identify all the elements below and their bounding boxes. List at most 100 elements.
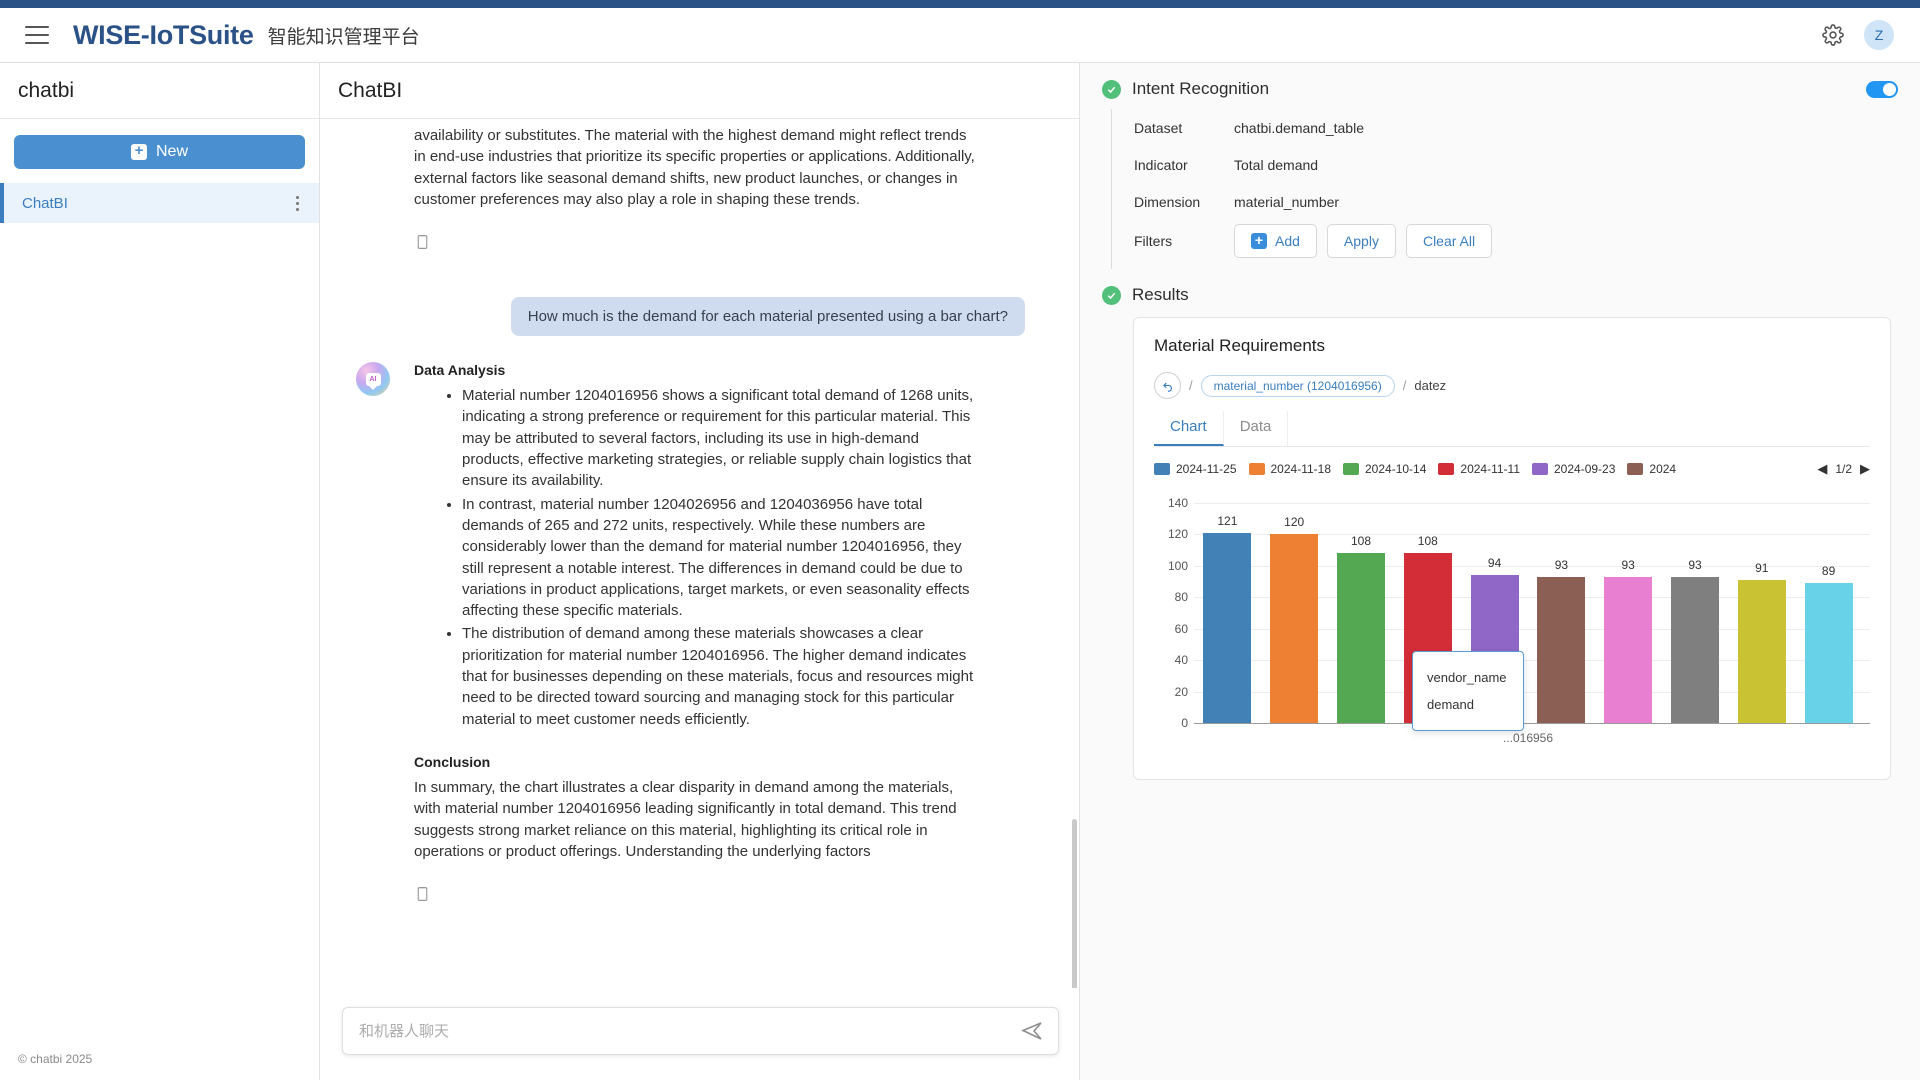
composer-area: [320, 988, 1079, 1080]
legend-item[interactable]: 2024-11-18: [1248, 462, 1331, 476]
avatar[interactable]: Z: [1864, 20, 1894, 50]
plus-icon: +: [1251, 233, 1267, 249]
app-brand-subtitle: 智能知识管理平台: [267, 25, 420, 48]
legend-swatch: [1154, 463, 1170, 475]
menu-item-vendor-name[interactable]: vendor_name: [1413, 664, 1523, 691]
x-axis-line: [1194, 723, 1870, 724]
bar-value-label: 93: [1621, 557, 1635, 572]
chat-scroll-region[interactable]: availability or substitutes. The materia…: [320, 119, 1079, 988]
copy-icon[interactable]: [414, 232, 431, 252]
legend-item[interactable]: 2024-10-14: [1343, 462, 1426, 476]
field-indicator: Indicator Total demand: [1134, 150, 1898, 180]
field-filters: Filters + Add Apply Clear All: [1134, 224, 1898, 258]
chat-input[interactable]: [359, 1022, 1020, 1040]
legend-swatch: [1248, 463, 1265, 475]
hamburger-icon[interactable]: [25, 26, 49, 44]
filter-button-group: + Add Apply Clear All: [1234, 224, 1493, 258]
breadcrumb-pill-material-number[interactable]: material_number (1204016956): [1200, 374, 1395, 397]
triangle-right-icon[interactable]: ▶: [1860, 461, 1870, 477]
conversation-menu-icon[interactable]: [292, 192, 303, 215]
breadcrumb-separator: /: [1402, 378, 1407, 393]
bar-value-label: 93: [1688, 557, 1702, 572]
analysis-bullets: Material number 1204016956 shows a signi…: [444, 385, 975, 730]
chat-scrollbar-thumb[interactable]: [1072, 819, 1077, 988]
menu-item-demand[interactable]: demand: [1413, 691, 1523, 718]
gear-icon[interactable]: [1822, 24, 1844, 46]
y-axis-tick-label: 80: [1174, 590, 1188, 605]
bar[interactable]: [1804, 583, 1853, 723]
apply-filter-button[interactable]: Apply: [1326, 224, 1396, 258]
intent-toggle[interactable]: [1866, 80, 1898, 98]
field-label: Indicator: [1134, 157, 1188, 173]
plus-icon: +: [130, 143, 147, 160]
assistant-message-row: AI Data Analysis Material number 1204016…: [334, 362, 1065, 909]
copyright-text: © chatbi 2025: [18, 1052, 93, 1066]
field-label: Filters: [1134, 233, 1173, 249]
triangle-left-icon[interactable]: ◀: [1817, 461, 1827, 477]
legend-page-indicator: 1/2: [1835, 462, 1852, 476]
bar[interactable]: [1537, 576, 1586, 723]
legend-swatch: [1627, 463, 1644, 475]
legend-item[interactable]: 2024: [1627, 462, 1676, 476]
bar-value-label: 121: [1217, 513, 1238, 528]
list-item: In contrast, material number 1204026956 …: [462, 494, 975, 622]
intent-fields: Dataset chatbi.demand_table Indicator To…: [1111, 109, 1898, 269]
results-section: Results Material Requirements / material…: [1102, 285, 1898, 780]
bar-value-label: 108: [1417, 534, 1438, 549]
chart-context-menu[interactable]: vendor_name demand: [1412, 651, 1524, 731]
tab-chart[interactable]: Chart: [1154, 411, 1224, 446]
bar[interactable]: [1336, 553, 1386, 723]
intent-section-header: Intent Recognition: [1102, 79, 1898, 99]
bar[interactable]: [1270, 534, 1319, 723]
list-item: The distribution of demand among these m…: [462, 623, 975, 729]
sidebar: chatbi + New ChatBI © chatbi 2025: [0, 63, 320, 1080]
composer[interactable]: [342, 1007, 1059, 1055]
tab-data[interactable]: Data: [1224, 411, 1289, 446]
field-label: Dimension: [1134, 194, 1201, 210]
send-icon[interactable]: [1020, 1019, 1044, 1043]
add-filter-button[interactable]: + Add: [1234, 224, 1317, 258]
bar[interactable]: [1604, 576, 1653, 723]
y-axis-tick-label: 40: [1174, 653, 1188, 668]
bar-value-label: 94: [1487, 556, 1502, 571]
breadcrumb-separator: /: [1189, 378, 1193, 393]
breadcrumb-datez[interactable]: datez: [1414, 378, 1446, 393]
bar-chart: 2024-11-25 2024-11-18 2024-10-14 2024-11-11…: [1154, 459, 1870, 759]
clear-filters-button[interactable]: Clear All: [1405, 224, 1493, 258]
chart-legend: 2024-11-25 2024-11-18 2024-10-14 2024-11-11…: [1154, 459, 1870, 479]
copy-icon[interactable]: [414, 884, 431, 904]
legend-swatch: [1532, 463, 1548, 475]
conclusion-text: In summary, the chart illustrates a clea…: [414, 778, 957, 860]
bar[interactable]: [1670, 576, 1720, 723]
field-label: Dataset: [1134, 120, 1183, 136]
y-axis-tick-label: 120: [1167, 527, 1188, 542]
assistant-previous-paragraph: availability or substitutes. The materia…: [414, 127, 975, 208]
check-circle-icon: [1102, 79, 1121, 99]
legend-item[interactable]: 2024-11-11: [1438, 462, 1520, 476]
bar-value-label: 91: [1755, 561, 1769, 575]
new-conversation-button[interactable]: + New: [14, 135, 305, 169]
conversation-label: ChatBI: [22, 194, 68, 212]
sidebar-item-chatbi[interactable]: ChatBI: [0, 183, 319, 223]
bar[interactable]: [1737, 580, 1786, 723]
y-axis-tick-label: 140: [1167, 496, 1188, 510]
legend-swatch: [1343, 463, 1359, 475]
check-circle-icon: [1102, 285, 1121, 305]
page-title: ChatBI: [320, 63, 1079, 119]
y-axis-tick-label: 0: [1181, 716, 1188, 730]
legend-item[interactable]: 2024-09-23: [1532, 462, 1615, 476]
field-value: Total demand: [1234, 157, 1319, 173]
legend-label: 2024: [1649, 462, 1677, 476]
insights-panel: Intent Recognition Dataset chatbi.demand…: [1080, 63, 1920, 1080]
x-axis-tick-label: ...016956: [1502, 731, 1554, 745]
bar[interactable]: [1203, 532, 1252, 723]
breadcrumb: / material_number (1204016956) / datez: [1154, 372, 1870, 399]
header-actions: Z: [1822, 20, 1894, 50]
result-card: Material Requirements / material_number …: [1133, 317, 1891, 780]
legend-label: 2024-11-11: [1460, 462, 1520, 476]
result-tabs: Chart Data: [1154, 411, 1870, 447]
bar-value-label: 120: [1284, 515, 1305, 530]
bar-value-label: 89: [1821, 564, 1836, 579]
undo-arrow-icon[interactable]: [1154, 372, 1181, 399]
legend-item[interactable]: 2024-11-25: [1154, 462, 1237, 476]
